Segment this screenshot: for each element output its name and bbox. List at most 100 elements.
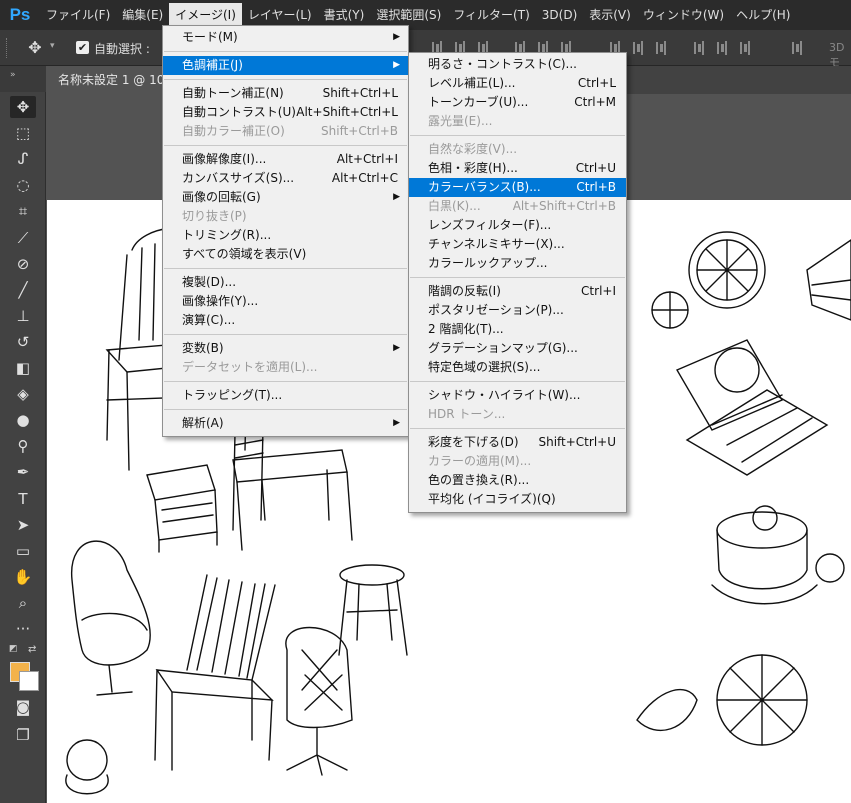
auto-select-checkbox[interactable]: ✔ xyxy=(76,41,89,54)
move-tool-preset-icon[interactable]: ✥ xyxy=(24,37,46,59)
swap-colors-icon[interactable]: ⇄ xyxy=(28,644,36,655)
menu-item[interactable]: トラッピング(T)... xyxy=(163,386,408,405)
menu-item-label: 特定色域の選択(S)... xyxy=(428,360,541,374)
menu-item-label: グラデーションマップ(G)... xyxy=(428,341,578,355)
menu-item[interactable]: 平均化 (イコライズ)(Q) xyxy=(409,490,626,509)
align-icon[interactable] xyxy=(692,40,706,56)
menu-6[interactable]: 選択範囲(S) xyxy=(370,3,447,27)
screen-mode-icon[interactable]: ❐ xyxy=(10,724,36,746)
menu-item-shortcut: Ctrl+U xyxy=(575,161,616,175)
menu-item[interactable]: 自動トーン補正(N) Shift+Ctrl+L xyxy=(163,84,408,103)
rectangle-tool-icon[interactable]: ▭ xyxy=(10,540,36,562)
menu-item[interactable]: レンズフィルター(F)... xyxy=(409,216,626,235)
menu-item[interactable]: トリミング(R)... xyxy=(163,226,408,245)
blur-tool-icon[interactable]: ● xyxy=(10,409,36,431)
menu-item[interactable]: 画像操作(Y)... xyxy=(163,292,408,311)
menu-item[interactable]: 色の置き換え(R)... xyxy=(409,471,626,490)
menu-item[interactable]: レベル補正(L)... Ctrl+L xyxy=(409,74,626,93)
menu-2[interactable]: 編集(E) xyxy=(116,3,169,27)
menu-item[interactable]: 階調の反転(I) Ctrl+I xyxy=(409,282,626,301)
menu-item[interactable]: カラーバランス(B)... Ctrl+B xyxy=(409,178,626,197)
history-brush-tool-icon[interactable]: ↺ xyxy=(10,331,36,353)
chevron-down-icon[interactable]: ▾ xyxy=(50,41,62,55)
menu-item[interactable]: カンバスサイズ(S)... Alt+Ctrl+C xyxy=(163,169,408,188)
eyedropper-tool-icon[interactable]: ⟋ xyxy=(10,227,36,249)
menu-item-label: カラールックアップ... xyxy=(428,256,548,270)
menu-separator xyxy=(410,135,625,136)
crop-tool-icon[interactable]: ⌗ xyxy=(10,200,36,222)
menu-item[interactable]: 画像の回転(G) ▶ xyxy=(163,188,408,207)
menu-3[interactable]: イメージ(I) xyxy=(169,3,242,27)
more-tools-icon[interactable]: ··· xyxy=(10,618,36,640)
menu-item[interactable]: カラールックアップ... xyxy=(409,254,626,273)
menu-item[interactable]: 解析(A) ▶ xyxy=(163,414,408,433)
align-icon[interactable] xyxy=(654,40,668,56)
menu-item[interactable]: 特定色域の選択(S)... xyxy=(409,358,626,377)
options-grip-handle[interactable] xyxy=(6,38,10,58)
menu-item[interactable]: 演算(C)... xyxy=(163,311,408,330)
menu-item[interactable]: ポスタリゼーション(P)... xyxy=(409,301,626,320)
menu-item[interactable]: トーンカーブ(U)... Ctrl+M xyxy=(409,93,626,112)
menu-8[interactable]: 3D(D) xyxy=(536,3,583,27)
menu-item[interactable]: 変数(B) ▶ xyxy=(163,339,408,358)
menu-4[interactable]: レイヤー(L) xyxy=(242,3,318,27)
paint-bucket-tool-icon[interactable]: ◈ xyxy=(10,383,36,405)
menu-11[interactable]: ヘルプ(H) xyxy=(730,3,796,27)
quick-mask-icon[interactable]: ◙ xyxy=(10,696,36,718)
dodge-tool-icon[interactable]: ⚲ xyxy=(10,435,36,457)
type-tool-icon[interactable]: T xyxy=(10,488,36,510)
align-icon[interactable] xyxy=(631,40,645,56)
menu-item-label: 切り抜き(P) xyxy=(182,209,247,223)
background-color-swatch[interactable] xyxy=(19,671,39,691)
menu-7[interactable]: フィルター(T) xyxy=(447,3,535,27)
menu-1[interactable]: ファイル(F) xyxy=(40,3,116,27)
collapse-panel-icon[interactable]: » xyxy=(10,70,16,80)
menu-item[interactable]: 彩度を下げる(D) Shift+Ctrl+U xyxy=(409,433,626,452)
menu-item-label: トーンカーブ(U)... xyxy=(428,95,529,109)
align-icon[interactable] xyxy=(738,40,752,56)
menu-item[interactable]: 複製(D)... xyxy=(163,273,408,292)
menu-item[interactable]: 画像解像度(I)... Alt+Ctrl+I xyxy=(163,150,408,169)
menu-item[interactable]: シャドウ・ハイライト(W)... xyxy=(409,386,626,405)
auto-select-label: 自動選択 : xyxy=(94,42,150,56)
menu-5[interactable]: 書式(Y) xyxy=(318,3,371,27)
menu-item[interactable]: グラデーションマップ(G)... xyxy=(409,339,626,358)
pen-tool-icon[interactable]: ✒ xyxy=(10,461,36,483)
menu-separator xyxy=(410,277,625,278)
align-icon[interactable] xyxy=(715,40,729,56)
slat-chair-sketch xyxy=(154,574,276,771)
marquee-tool-icon[interactable]: ⬚ xyxy=(10,122,36,144)
menu-item-label: トラッピング(T)... xyxy=(182,388,283,402)
clone-stamp-tool-icon[interactable]: ⊥ xyxy=(10,305,36,327)
menu-item[interactable]: 自動コントラスト(U) Alt+Shift+Ctrl+L xyxy=(163,103,408,122)
menu-item-label: 自動トーン補正(N) xyxy=(182,86,284,100)
menu-item[interactable]: モード(M) ▶ xyxy=(163,28,408,47)
brush-tool-icon[interactable]: ╱ xyxy=(10,279,36,301)
align-icon[interactable] xyxy=(790,40,804,56)
default-colors-icon[interactable]: ◩ xyxy=(9,644,18,654)
menu-item[interactable]: すべての領域を表示(V) xyxy=(163,245,408,264)
quick-select-tool-icon[interactable]: ◌ xyxy=(10,174,36,196)
menu-item[interactable]: 2 階調化(T)... xyxy=(409,320,626,339)
menu-item[interactable]: 色相・彩度(H)... Ctrl+U xyxy=(409,159,626,178)
menu-9[interactable]: 表示(V) xyxy=(583,3,637,27)
menu-item[interactable]: 色調補正(J) ▶ xyxy=(163,56,408,75)
bloom-sketch xyxy=(636,654,808,746)
hand-tool-icon[interactable]: ✋ xyxy=(10,566,36,588)
menu-item[interactable]: 明るさ・コントラスト(C)... xyxy=(409,55,626,74)
submenu-arrow-icon: ▶ xyxy=(393,32,400,42)
menu-10[interactable]: ウィンドウ(W) xyxy=(637,3,730,27)
eraser-tool-icon[interactable]: ◧ xyxy=(10,357,36,379)
menu-item: 自然な彩度(V)... xyxy=(409,140,626,159)
menu-item-label: 階調の反転(I) xyxy=(428,284,501,298)
move-tool-icon[interactable]: ✥ xyxy=(10,96,36,118)
healing-brush-tool-icon[interactable]: ⊘ xyxy=(10,253,36,275)
menu-separator xyxy=(164,51,407,52)
menu-separator xyxy=(164,268,407,269)
path-select-tool-icon[interactable]: ➤ xyxy=(10,514,36,536)
menu-item-label: 複製(D)... xyxy=(182,275,237,289)
lasso-tool-icon[interactable]: ᔑ xyxy=(10,148,36,170)
zoom-tool-icon[interactable]: ⌕ xyxy=(10,592,36,614)
menu-item: カラーの適用(M)... xyxy=(409,452,626,471)
menu-item[interactable]: チャンネルミキサー(X)... xyxy=(409,235,626,254)
